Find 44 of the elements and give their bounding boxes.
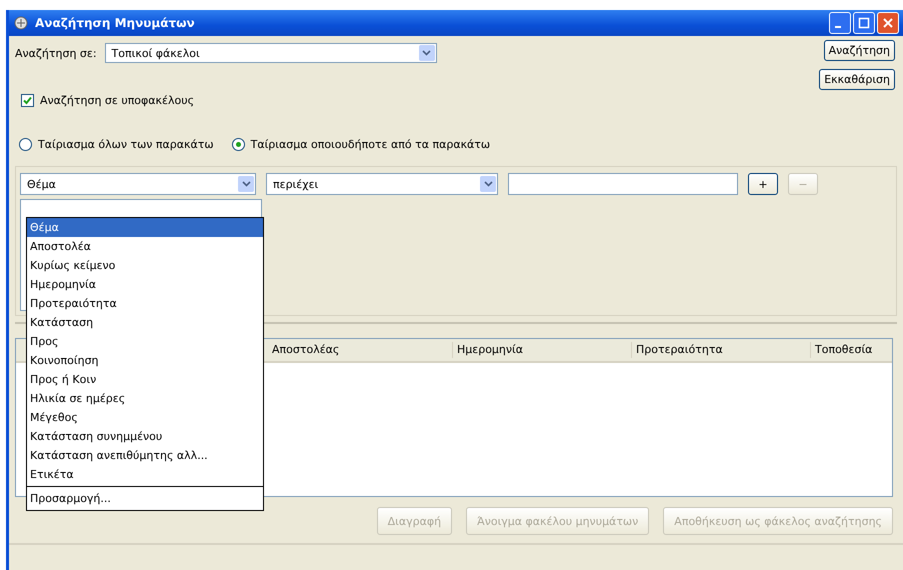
match-label: Ταίριασμα όλων των παρακάτω	[38, 138, 214, 150]
caret-icon	[484, 181, 492, 187]
search-button[interactable]: Αναζήτηση	[824, 40, 895, 61]
dropdown-option[interactable]: Κατάσταση	[27, 313, 263, 332]
caret-icon	[422, 50, 432, 56]
dropdown-option[interactable]: Κοινοποίηση	[27, 351, 263, 370]
dropdown-option[interactable]: Προς	[27, 332, 263, 351]
dropdown-option[interactable]: Αποστολέα	[27, 237, 263, 256]
dropdown-option[interactable]: Ετικέτα	[27, 465, 263, 484]
dropdown-option[interactable]: Προτεραιότητα	[27, 294, 263, 313]
operator-dropdown[interactable]: περιέχει	[266, 173, 498, 195]
dropdown-option[interactable]: Ηλικία σε ημέρες	[27, 389, 263, 408]
minimize-icon	[835, 26, 841, 28]
clear-button[interactable]: Εκκαθάριση	[819, 69, 895, 90]
column-header[interactable]: Ημερομηνία	[453, 342, 632, 358]
window-title: Αναζήτηση Μηνυμάτων	[35, 16, 195, 30]
column-header[interactable]: Αποστολέας	[268, 342, 453, 358]
caret-icon	[242, 181, 250, 187]
dropdown-option[interactable]: Κατάσταση συνημμένου	[27, 427, 263, 446]
dropdown-option[interactable]: Μέγεθος	[27, 408, 263, 427]
subfolders-checkbox[interactable]	[21, 94, 34, 106]
close-button[interactable]	[877, 12, 899, 34]
dropdown-option[interactable]: Προς ή Κοιν	[27, 370, 263, 389]
maximize-icon	[858, 17, 870, 29]
folder-dropdown[interactable]: Τοπικοί φάκελοι	[104, 43, 437, 63]
subfolders-label: Αναζήτηση σε υποφακέλους	[40, 94, 194, 106]
search-in-label: Αναζήτηση σε:	[15, 46, 97, 60]
dropdown-option[interactable]: Κατάσταση ανεπιθύμητης αλλ...	[27, 446, 263, 465]
minimize-button[interactable]	[829, 12, 851, 34]
dropdown-option[interactable]: Ημερομηνία	[27, 275, 263, 294]
dropdown-option[interactable]: Προσαρμογή...	[27, 489, 263, 508]
match-label: Ταίριασμα οποιουδήποτε από τα παρακάτω	[250, 138, 490, 150]
app-icon	[13, 15, 29, 31]
maximize-button[interactable]	[853, 12, 875, 34]
dropdown-option[interactable]: Κυρίως κείμενο	[27, 256, 263, 275]
field-dropdown[interactable]: Θέμα	[20, 173, 256, 195]
dropdown-option[interactable]: Θέμα	[27, 218, 263, 237]
match-radio[interactable]	[19, 138, 32, 150]
close-icon	[882, 17, 894, 29]
column-header[interactable]: Προτεραιότητα	[632, 342, 811, 358]
value-field[interactable]	[508, 173, 738, 195]
column-header[interactable]: Τοποθεσία	[811, 342, 903, 358]
add-button[interactable]: +	[748, 173, 778, 195]
match-radio[interactable]	[232, 138, 245, 150]
